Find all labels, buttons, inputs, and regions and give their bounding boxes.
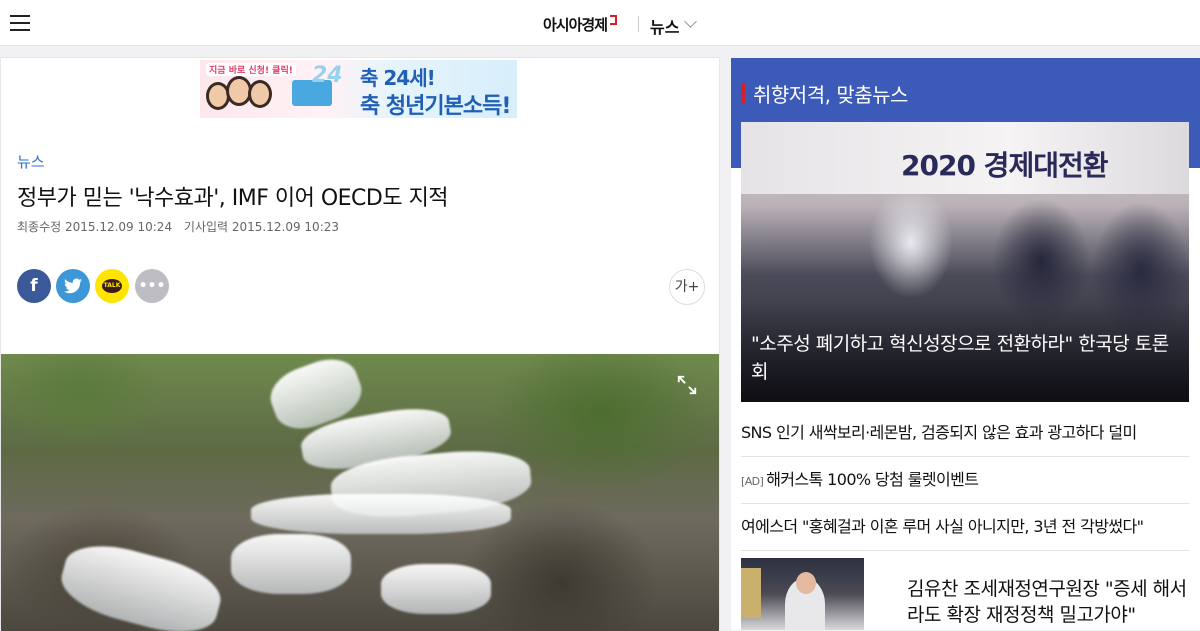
thumbnail-news-item[interactable]: 김유찬 조세재정연구원장 "증세 해서라도 확장 재정정책 밀고가야" — [741, 558, 1189, 630]
featured-banner-text: 2020 경제대전환 — [901, 149, 1108, 182]
facebook-icon: f — [30, 276, 38, 296]
ad-banner[interactable]: 지금 바로 신청! 클릭! 24 축 24세! 축 청년기본소득! — [200, 60, 517, 118]
menu-icon[interactable] — [10, 15, 30, 33]
facebook-share-button[interactable]: f — [17, 269, 51, 303]
list-item[interactable]: 여에스더 "홍혜걸과 이혼 루머 사실 아니지만, 3년 전 각방썼다" — [741, 504, 1189, 551]
news-title: 여에스더 "홍혜걸과 이혼 루머 사실 아니지만, 3년 전 각방썼다" — [741, 517, 1144, 536]
ad-line1: 축 24세! — [360, 66, 436, 90]
article-photo[interactable] — [1, 354, 719, 631]
header-divider — [638, 16, 639, 32]
site-logo[interactable]: 아시아경제 — [543, 14, 618, 35]
top-header: 아시아경제 뉴스 — [0, 0, 1200, 46]
news-title: SNS 인기 새싹보리·레몬밤, 검증되지 않은 효과 광고하다 덜미 — [741, 423, 1137, 442]
section-dropdown[interactable]: 뉴스 — [650, 14, 679, 38]
article-category[interactable]: 뉴스 — [17, 151, 45, 172]
modified-date: 최종수정 2015.12.09 10:24 — [17, 220, 173, 234]
expand-icon[interactable] — [676, 374, 698, 396]
kakaotalk-icon: TALK — [102, 279, 122, 293]
thumbnail-news-title: 김유찬 조세재정연구원장 "증세 해서라도 확장 재정정책 밀고가야" — [907, 578, 1187, 626]
kakaotalk-share-button[interactable]: TALK — [95, 269, 129, 303]
recommended-sidebar: 취향저격, 맞춤뉴스 2020 경제대전환 "소주성 폐기하고 혁신성장으로 전… — [731, 58, 1200, 630]
more-icon: ••• — [138, 278, 166, 294]
ad-tag: [AD] — [741, 475, 764, 488]
twitter-icon — [64, 278, 82, 294]
sidebar-title: 취향저격, 맞춤뉴스 — [753, 83, 908, 107]
article-panel: 지금 바로 신청! 클릭! 24 축 24세! 축 청년기본소득! 뉴스 정부가… — [0, 57, 720, 631]
chevron-down-icon[interactable] — [684, 15, 697, 28]
ad-number: 24 — [312, 63, 343, 88]
news-title: 해커스톡 100% 당첨 룰렛이벤트 — [766, 470, 979, 489]
article-meta: 최종수정 2015.12.09 10:24 기사입력 2015.12.09 10… — [17, 218, 347, 235]
ad-small-text: 지금 바로 신청! 클릭! — [206, 63, 296, 76]
featured-news-caption[interactable]: "소주성 폐기하고 혁신성장으로 전환하라" 한국당 토론회 — [751, 330, 1171, 386]
news-thumbnail — [741, 558, 864, 630]
list-item[interactable]: [AD] 해커스톡 100% 당첨 룰렛이벤트 — [741, 457, 1189, 504]
font-size-button[interactable]: 가+ — [669, 269, 705, 305]
title-accent-bar — [741, 83, 745, 103]
more-share-button[interactable]: ••• — [135, 269, 169, 303]
ad-people-image — [206, 76, 286, 118]
published-date: 기사입력 2015.12.09 10:23 — [183, 220, 340, 234]
news-list: SNS 인기 새싹보리·레몬밤, 검증되지 않은 효과 광고하다 덜미 [AD]… — [741, 410, 1189, 551]
featured-photo-banner: 2020 경제대전환 — [741, 122, 1189, 194]
ad-line2: 축 청년기본소득! — [360, 94, 511, 118]
list-item[interactable]: SNS 인기 새싹보리·레몬밤, 검증되지 않은 효과 광고하다 덜미 — [741, 410, 1189, 457]
twitter-share-button[interactable] — [56, 269, 90, 303]
article-headline: 정부가 믿는 '낙수효과', IMF 이어 OECD도 지적 — [17, 186, 449, 211]
